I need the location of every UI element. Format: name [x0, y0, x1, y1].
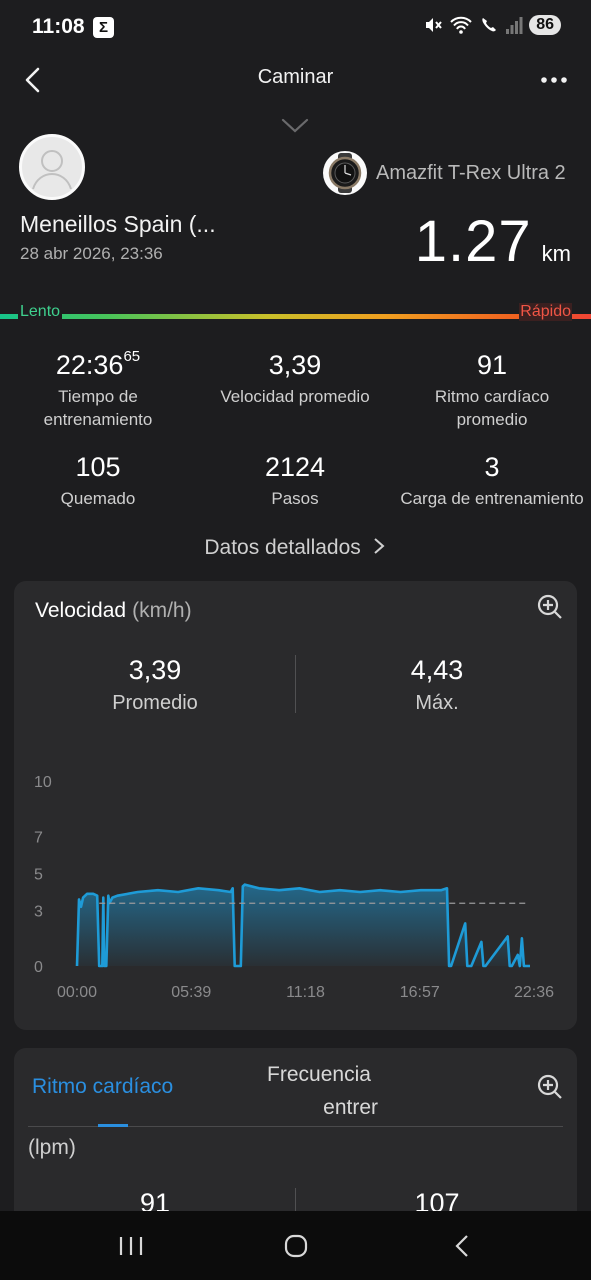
recents-icon[interactable]	[118, 1235, 144, 1257]
detailed-data-label: Datos detallados	[204, 536, 361, 559]
y-tick-label: 3	[34, 904, 43, 921]
pace-gradient-bar	[0, 314, 591, 319]
x-tick-label: 16:57	[400, 984, 440, 1001]
chevron-right-icon	[373, 538, 385, 554]
speed-average: 3,39 Promedio	[14, 655, 296, 715]
tab-active-indicator	[98, 1124, 128, 1127]
stat-label: Velocidad promedio	[220, 387, 370, 406]
stat-training-load: 3 Carga de entrenamiento	[394, 452, 590, 510]
speed-average-value: 3,39	[128, 655, 182, 685]
x-tick-label: 00:00	[57, 984, 97, 1001]
stat-label: Tiempo de entrenamiento	[43, 387, 153, 429]
top-app-bar: Caminar	[0, 56, 591, 104]
speed-average-label: Promedio	[112, 692, 198, 714]
zoom-in-icon[interactable]	[537, 1074, 563, 1100]
tab-label-line2: entrer	[323, 1096, 378, 1119]
stat-training-time: 22:3665 Tiempo de entrenamiento	[0, 348, 196, 431]
stat-value: 2124	[264, 452, 326, 482]
wifi-calling-icon	[482, 18, 497, 32]
stat-avg-speed: 3,39 Velocidad promedio	[197, 350, 393, 408]
pace-slow-label: Lento	[18, 303, 63, 321]
stat-steps: 2124 Pasos	[197, 452, 393, 510]
speed-area	[77, 884, 530, 966]
speed-max-label: Máx.	[415, 692, 459, 714]
stat-label: Carga de entrenamiento	[400, 489, 584, 508]
workout-date: 28 abr 2026, 23:36	[20, 244, 163, 263]
speed-max-value: 4,43	[410, 655, 464, 685]
detailed-data-link[interactable]: Datos detallados	[0, 536, 591, 560]
x-tick-label: 11:18	[286, 984, 325, 1001]
heart-rate-unit: (lpm)	[28, 1136, 76, 1159]
device-name: Amazfit T-Rex Ultra 2	[376, 162, 566, 184]
chevron-down-icon[interactable]	[280, 116, 310, 134]
stat-label: Quemado	[60, 489, 136, 508]
pace-fast-label: Rápido	[519, 303, 572, 321]
status-icons: 86	[423, 15, 561, 35]
page-title: Caminar	[257, 66, 334, 88]
stat-label: Ritmo cardíaco promedio	[434, 387, 550, 429]
stat-value: 105	[75, 452, 121, 482]
speed-max: 4,43 Máx.	[296, 655, 578, 715]
nav-back-icon[interactable]	[450, 1233, 474, 1259]
stat-value: 3,39	[268, 350, 322, 380]
battery-level: 86	[529, 15, 561, 35]
app-notification-icon: Σ	[93, 17, 114, 38]
stat-value: 3	[484, 452, 500, 482]
system-nav-bar	[0, 1211, 591, 1280]
y-tick-label: 0	[34, 959, 43, 976]
stat-value-hundredths: 65	[123, 348, 141, 365]
user-name: Meneillos Spain (...	[20, 211, 216, 237]
y-tick-label: 7	[34, 830, 43, 847]
x-tick-label: 22:36	[514, 984, 554, 1001]
mute-icon	[426, 18, 442, 32]
avatar[interactable]	[19, 134, 85, 200]
status-time: 11:08	[32, 15, 85, 38]
stat-avg-heart-rate: 91 Ritmo cardíaco promedio	[394, 350, 590, 431]
zoom-in-icon[interactable]	[537, 594, 563, 620]
stat-label: Pasos	[271, 489, 319, 508]
speed-title: Velocidad	[35, 599, 127, 622]
tab-training-frequency[interactable]: Frecuencia entrer	[258, 1058, 380, 1124]
watch-icon	[323, 151, 367, 195]
speed-card-title: Velocidad (km/h)	[35, 599, 192, 623]
speed-card: Velocidad (km/h) 3,39 Promedio 4,43 Máx. …	[14, 581, 577, 1030]
y-tick-label: 10	[34, 774, 52, 791]
stat-value: 22:36	[55, 350, 124, 380]
distance-value: 1.27	[414, 209, 532, 274]
speed-unit: (km/h)	[132, 599, 192, 622]
wifi-icon	[450, 16, 472, 34]
signal-icon	[506, 17, 523, 34]
user-placeholder-icon	[32, 150, 72, 190]
stat-calories: 105 Quemado	[0, 452, 196, 510]
y-tick-label: 5	[34, 867, 43, 884]
more-dots-icon[interactable]	[537, 64, 571, 96]
x-tick-label: 05:39	[171, 984, 211, 1001]
speed-chart[interactable]: 0 3 5 7 10 00:00 05:39 11:18 16:57 22:36	[14, 741, 577, 1011]
tab-label-line1: Frecuencia	[267, 1063, 371, 1086]
home-icon[interactable]	[283, 1233, 309, 1259]
tab-heart-rate[interactable]: Ritmo cardíaco	[32, 1075, 173, 1099]
stat-value: 91	[476, 350, 508, 380]
distance: 1.27 km	[415, 208, 571, 275]
status-bar: 11:08 Σ 86	[0, 0, 591, 56]
distance-unit: km	[541, 241, 571, 266]
